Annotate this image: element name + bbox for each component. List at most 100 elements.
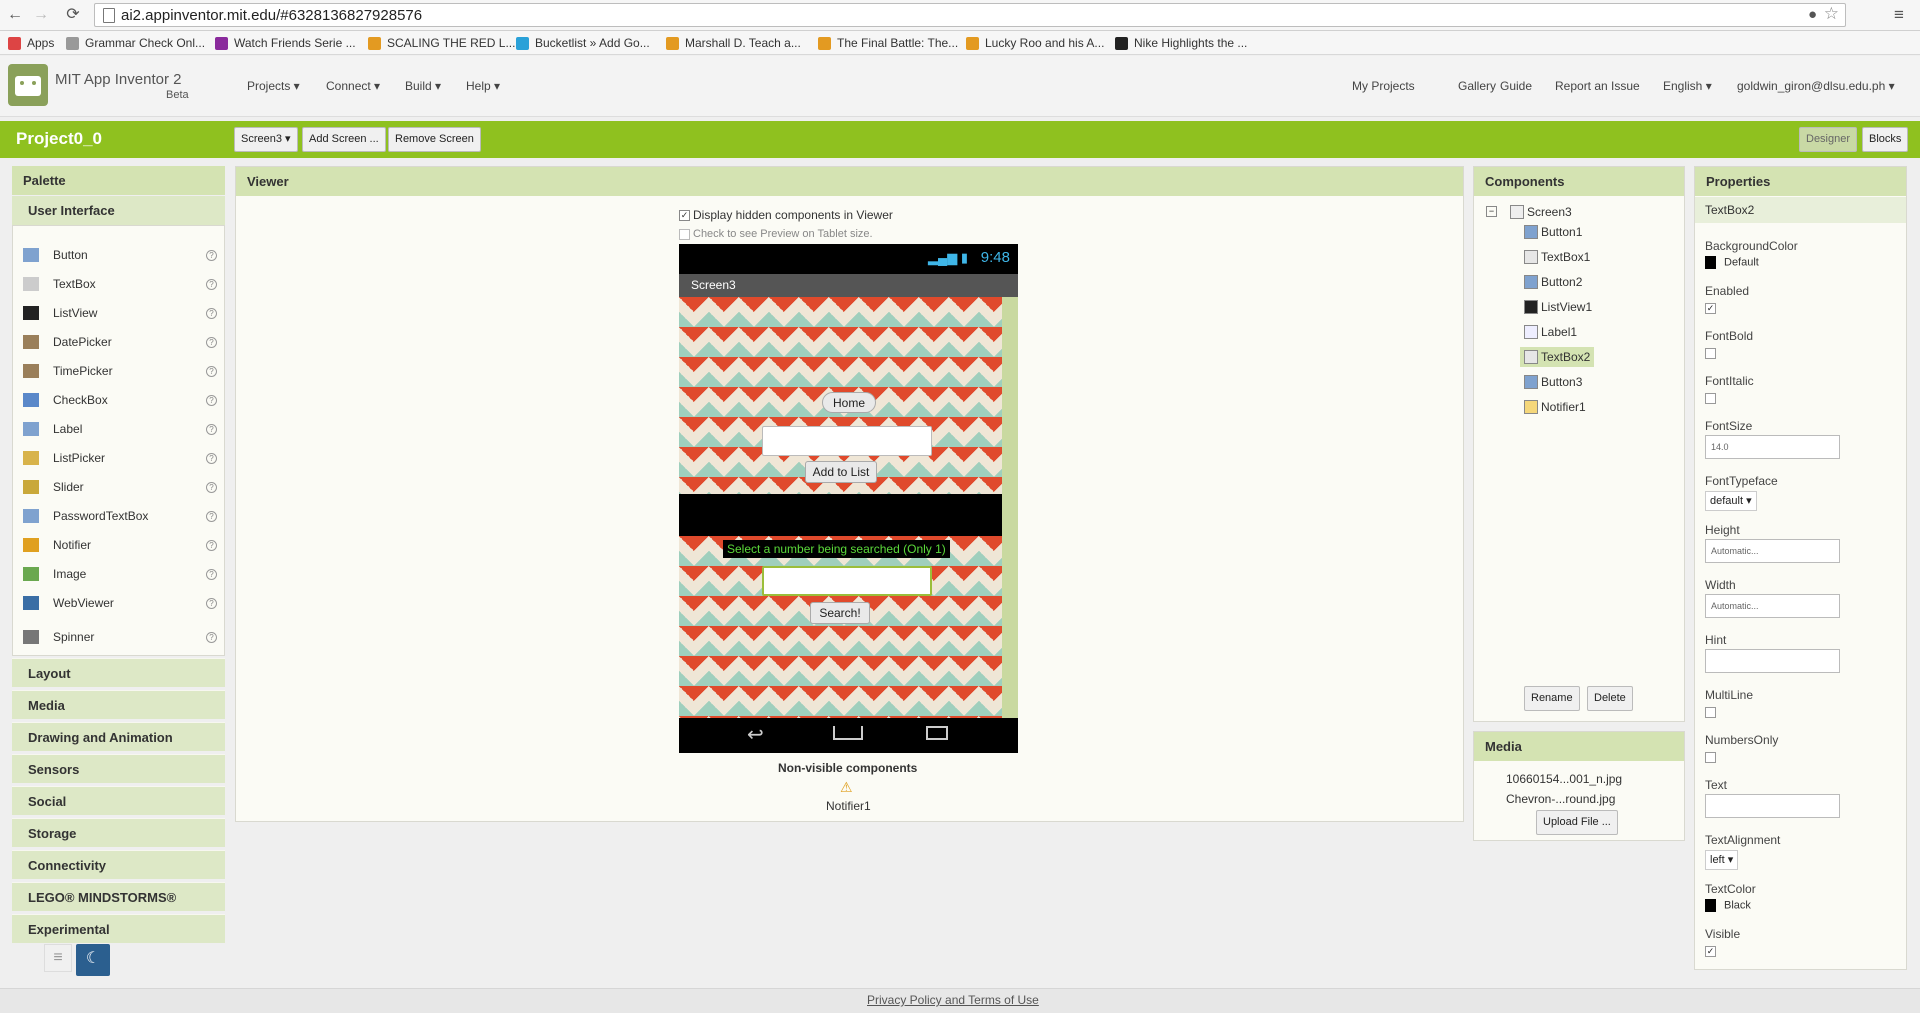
screen-select[interactable]: Screen3 ▾ [234, 127, 298, 152]
collapse-icon[interactable]: − [1486, 206, 1497, 217]
visible-checkbox[interactable]: ✓ [1705, 946, 1716, 957]
account-menu[interactable]: goldwin_giron@dlsu.edu.ph ▾ [1737, 79, 1895, 93]
display-hidden-toggle[interactable]: ✓ Display hidden components in Viewer [679, 208, 893, 222]
palette-item-spinner[interactable]: Spinner? [23, 626, 223, 648]
bookmark-star-icon[interactable]: ☆ [1824, 4, 1839, 24]
gallery-link[interactable]: Gallery [1458, 79, 1496, 93]
delete-button[interactable]: Delete [1587, 686, 1633, 711]
nonvisible-notifier1[interactable]: Notifier1 [826, 799, 871, 813]
help-icon[interactable]: ? [206, 631, 217, 643]
textbox1-preview[interactable] [762, 426, 932, 456]
help-icon[interactable]: ? [206, 597, 217, 609]
add-to-list-button[interactable]: Add to List [805, 461, 877, 483]
address-bar[interactable]: ai2.appinventor.mit.edu/#632813682792857… [94, 3, 1846, 27]
night-mode-icon[interactable]: ☾ [76, 944, 110, 976]
help-icon[interactable]: ? [206, 539, 217, 551]
search-button-preview[interactable]: Search! [810, 602, 870, 624]
palette-item-image[interactable]: Image? [23, 563, 223, 585]
numbersonly-checkbox[interactable] [1705, 752, 1716, 763]
palette-item-textbox[interactable]: TextBox? [23, 273, 223, 295]
width-input[interactable]: Automatic... [1705, 594, 1840, 618]
checkbox-unchecked-icon[interactable] [679, 228, 690, 240]
media-file-1[interactable]: 10660154...001_n.jpg [1506, 772, 1622, 786]
palette-item-button[interactable]: Button? [23, 244, 223, 266]
build-menu[interactable]: Build ▾ [405, 79, 441, 93]
nav-back-icon[interactable]: ↩ [747, 722, 764, 747]
textcolor-select[interactable]: Black [1705, 899, 1751, 912]
menu-icon[interactable]: ≡ [1894, 5, 1904, 25]
help-icon[interactable]: ? [206, 510, 217, 522]
privacy-link[interactable]: Privacy Policy and Terms of Use [867, 993, 1039, 1007]
help-icon[interactable]: ? [206, 336, 217, 348]
drawer-connectivity[interactable]: Connectivity [12, 850, 225, 879]
bookmark-item[interactable]: Marshall D. Teach a... [666, 35, 801, 51]
connect-menu[interactable]: Connect ▾ [326, 79, 380, 93]
app-inventor-logo[interactable] [8, 64, 48, 106]
bookmark-item[interactable]: Grammar Check Onl... [66, 35, 205, 51]
drawer-storage[interactable]: Storage [12, 818, 225, 847]
guide-link[interactable]: Guide [1500, 79, 1532, 93]
fontbold-checkbox[interactable] [1705, 348, 1716, 359]
bookmark-item[interactable]: SCALING THE RED L... [368, 35, 515, 51]
drawer-lego-mindstorms[interactable]: LEGO® MINDSTORMS® [12, 882, 225, 911]
tree-textbox1[interactable]: TextBox1 [1524, 247, 1590, 267]
tree-label1[interactable]: Label1 [1524, 322, 1577, 342]
tree-screen3[interactable]: Screen3 [1510, 202, 1572, 222]
rename-button[interactable]: Rename [1524, 686, 1580, 711]
forward-arrow-icon[interactable]: → [30, 5, 52, 25]
palette-item-slider[interactable]: Slider? [23, 476, 223, 498]
back-arrow-icon[interactable]: ← [4, 5, 26, 25]
palette-item-webviewer[interactable]: WebViewer? [23, 592, 223, 614]
help-icon[interactable]: ? [206, 278, 217, 290]
add-screen-button[interactable]: Add Screen ... [302, 127, 386, 152]
tree-button1[interactable]: Button1 [1524, 222, 1582, 242]
list-view-icon[interactable]: ≡ [44, 944, 72, 972]
textalignment-select[interactable]: left ▾ [1705, 850, 1739, 870]
tree-button3[interactable]: Button3 [1524, 372, 1582, 392]
blocks-button[interactable]: Blocks [1862, 127, 1909, 152]
palette-item-label[interactable]: Label? [23, 418, 223, 440]
drawer-social[interactable]: Social [12, 786, 225, 815]
bookmark-item[interactable]: Watch Friends Serie ... [215, 35, 356, 51]
bookmark-item[interactable]: Nike Highlights the ... [1115, 35, 1247, 51]
bookmark-item[interactable]: Apps [8, 35, 54, 51]
upload-file-button[interactable]: Upload File ... [1536, 810, 1618, 835]
bookmark-item[interactable]: Bucketlist » Add Go... [516, 35, 650, 51]
my-projects-link[interactable]: My Projects [1352, 79, 1415, 93]
text-input[interactable] [1705, 794, 1840, 818]
language-menu[interactable]: English ▾ [1663, 79, 1712, 93]
bookmark-item[interactable]: Lucky Roo and his A... [966, 35, 1104, 51]
tree-button2[interactable]: Button2 [1524, 272, 1582, 292]
help-icon[interactable]: ? [206, 365, 217, 377]
help-icon[interactable]: ? [206, 568, 217, 580]
drawer-sensors[interactable]: Sensors [12, 754, 225, 783]
palette-item-notifier[interactable]: Notifier? [23, 534, 223, 556]
projects-menu[interactable]: Projects ▾ [247, 79, 300, 93]
palette-item-listview[interactable]: ListView? [23, 302, 223, 324]
enabled-checkbox[interactable]: ✓ [1705, 303, 1716, 314]
palette-item-timepicker[interactable]: TimePicker? [23, 360, 223, 382]
palette-item-datepicker[interactable]: DatePicker? [23, 331, 223, 353]
help-icon[interactable]: ? [206, 307, 217, 319]
nav-recents-icon[interactable] [926, 726, 948, 740]
tree-textbox2[interactable]: TextBox2 [1520, 347, 1595, 367]
palette-item-checkbox[interactable]: CheckBox? [23, 389, 223, 411]
tree-listview1[interactable]: ListView1 [1524, 297, 1592, 317]
media-file-2[interactable]: Chevron-...round.jpg [1506, 792, 1615, 806]
help-icon[interactable]: ? [206, 394, 217, 406]
help-icon[interactable]: ? [206, 452, 217, 464]
help-icon[interactable]: ? [206, 249, 217, 261]
home-button[interactable]: Home [822, 392, 876, 413]
drawer-experimental[interactable]: Experimental [12, 914, 225, 943]
drawer-layout[interactable]: Layout [12, 658, 225, 687]
reload-icon[interactable]: ⟳ [62, 5, 84, 25]
help-icon[interactable]: ? [206, 423, 217, 435]
palette-item-passwordtextbox[interactable]: PasswordTextBox? [23, 505, 223, 527]
designer-button[interactable]: Designer [1799, 127, 1858, 152]
palette-item-listpicker[interactable]: ListPicker? [23, 447, 223, 469]
fontsize-input[interactable]: 14.0 [1705, 435, 1840, 459]
backgroundcolor-select[interactable]: Default [1705, 256, 1759, 269]
height-input[interactable]: Automatic... [1705, 539, 1840, 563]
help-icon[interactable]: ? [206, 481, 217, 493]
drawer-user-interface[interactable]: User Interface [12, 196, 225, 225]
